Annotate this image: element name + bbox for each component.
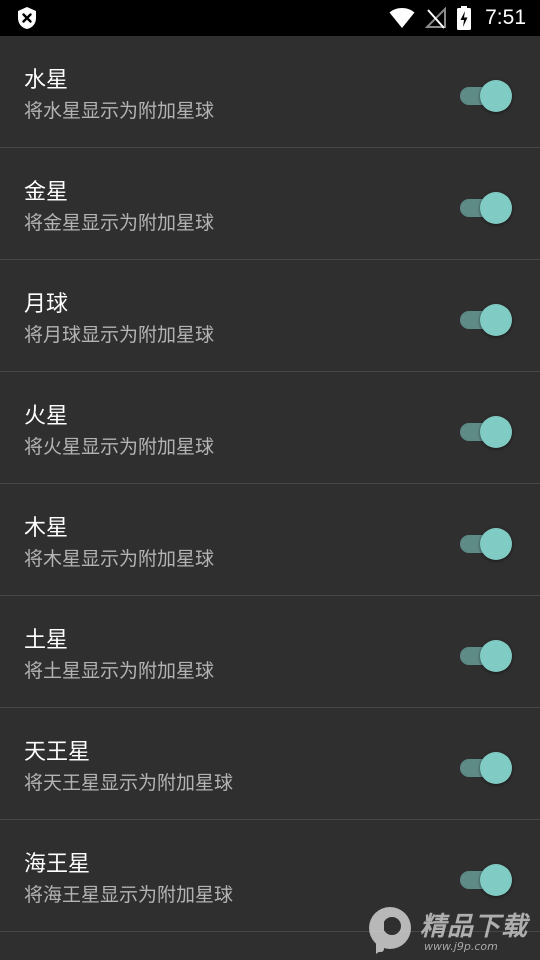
setting-summary: 将木星显示为附加星球 [24,548,215,570]
setting-title: 月球 [24,292,69,317]
switch-thumb [480,80,512,112]
setting-row-venus[interactable]: 金星 将金星显示为附加星球 [0,148,540,260]
switch-thumb [480,304,512,336]
setting-row-saturn[interactable]: 土星 将土星显示为附加星球 [0,596,540,708]
setting-summary: 将土星显示为附加星球 [24,660,215,682]
setting-summary: 将金星显示为附加星球 [24,212,215,234]
mercury-toggle[interactable] [458,78,512,112]
setting-summary: 将水星显示为附加星球 [24,100,215,122]
switch-thumb [480,640,512,672]
moon-toggle[interactable] [458,302,512,336]
switch-thumb [480,864,512,896]
switch-thumb [480,192,512,224]
wifi-icon [389,8,415,28]
saturn-toggle[interactable] [458,638,512,672]
setting-summary: 将月球显示为附加星球 [24,324,215,346]
setting-row-mercury[interactable]: 水星 将水星显示为附加星球 [0,36,540,148]
switch-thumb [480,528,512,560]
setting-row-uranus[interactable]: 天王星 将天王星显示为附加星球 [0,708,540,820]
setting-title: 水星 [24,68,69,93]
setting-row-moon[interactable]: 月球 将月球显示为附加星球 [0,260,540,372]
setting-summary: 将海王星显示为附加星球 [24,884,234,906]
status-icons: 7:51 [389,0,526,36]
setting-title: 木星 [24,516,69,541]
switch-thumb [480,416,512,448]
setting-title: 海王星 [24,852,91,877]
watermark-text: 精品下载 [420,912,529,942]
status-time: 7:51 [485,6,526,29]
setting-title: 天王星 [24,740,91,765]
setting-title: 金星 [24,180,69,205]
watermark: 精品下载 www.j9p.com [364,902,534,958]
neptune-toggle[interactable] [458,862,512,896]
setting-row-mars[interactable]: 火星 将火星显示为附加星球 [0,372,540,484]
setting-summary: 将天王星显示为附加星球 [24,772,234,794]
uranus-toggle[interactable] [458,750,512,784]
no-signal-icon [425,7,447,29]
j9p-logo-icon [369,907,411,954]
venus-toggle[interactable] [458,190,512,224]
status-bar: 7:51 [0,0,540,36]
mars-toggle[interactable] [458,414,512,448]
battery-charging-icon [457,6,472,30]
setting-title: 土星 [24,628,69,653]
switch-thumb [480,752,512,784]
setting-row-jupiter[interactable]: 木星 将木星显示为附加星球 [0,484,540,596]
watermark-url: www.j9p.com [424,940,498,953]
shield-x-icon [18,7,36,29]
setting-title: 火星 [24,404,69,429]
planet-settings-list: 水星 将水星显示为附加星球 金星 将金星显示为附加星球 月球 将月球显示为附加星… [0,36,540,960]
jupiter-toggle[interactable] [458,526,512,560]
setting-summary: 将火星显示为附加星球 [24,436,215,458]
